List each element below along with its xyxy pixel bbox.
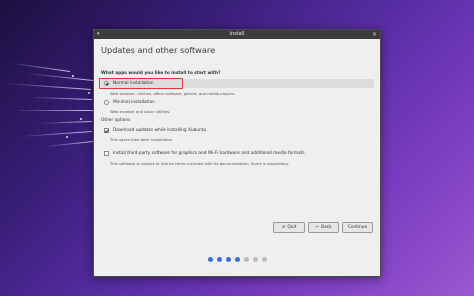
light-streak: [15, 110, 93, 111]
light-streak: [40, 121, 93, 124]
progress-step-dot: [261, 257, 267, 262]
option-description: This software is subject to license term…: [110, 161, 289, 166]
install-question: What apps would you like to install to s…: [101, 71, 221, 76]
option-label: Install third-party software for graphic…: [113, 151, 305, 156]
light-streak: [5, 83, 92, 90]
option-label: Download updates while installing Xubunt…: [113, 128, 207, 133]
minimal-installation-option[interactable]: Minimal installation: [101, 98, 155, 107]
page-title: Updates and other software: [101, 45, 216, 55]
option-description: Web browser, utilities, office software,…: [110, 91, 236, 96]
checkbox[interactable]: [104, 128, 109, 133]
window-menu-icon[interactable]: ▾: [97, 30, 100, 39]
quit-button[interactable]: ⊘ Quit: [273, 222, 305, 233]
third-party-software-checkbox-row[interactable]: Install third-party software for graphic…: [101, 149, 305, 158]
star-dot: [80, 118, 82, 120]
progress-step-dot: [243, 257, 249, 262]
option-description: Web browser and basic utilities.: [110, 109, 171, 114]
close-icon[interactable]: ×: [372, 30, 377, 39]
star-dot: [66, 136, 68, 138]
quit-icon: ⊘: [281, 225, 286, 230]
progress-step-dot: [225, 257, 231, 262]
progress-step-dot: [252, 257, 258, 262]
button-label: Quit: [287, 225, 297, 230]
progress-step-dot: [207, 257, 213, 262]
installer-window: ▾ Install × Updates and other software W…: [93, 29, 381, 277]
back-button[interactable]: ← Back: [308, 222, 339, 233]
light-streak: [20, 131, 93, 138]
light-streak: [30, 96, 93, 100]
option-description: This saves time after installation.: [110, 137, 174, 142]
star-dot: [88, 92, 90, 94]
selection-highlight-annotation: [99, 78, 183, 89]
radio-button[interactable]: [104, 100, 109, 105]
step-progress-indicator: [94, 257, 380, 262]
title-bar[interactable]: ▾ Install ×: [94, 30, 380, 39]
light-streak: [10, 62, 71, 72]
star-dot: [72, 75, 74, 77]
light-streak: [25, 72, 94, 81]
checkbox[interactable]: [104, 151, 109, 156]
download-updates-checkbox-row[interactable]: Download updates while installing Xubunt…: [101, 126, 206, 135]
continue-button[interactable]: Continue: [342, 222, 373, 233]
window-title: Install: [229, 31, 245, 37]
other-options-heading: Other options: [101, 118, 131, 123]
light-streak: [45, 141, 94, 148]
option-label: Minimal installation: [113, 100, 155, 105]
button-label: Continue: [347, 225, 368, 230]
back-arrow-icon: ←: [315, 225, 320, 230]
button-label: Back: [321, 225, 332, 230]
progress-step-dot: [234, 257, 240, 262]
progress-step-dot: [216, 257, 222, 262]
